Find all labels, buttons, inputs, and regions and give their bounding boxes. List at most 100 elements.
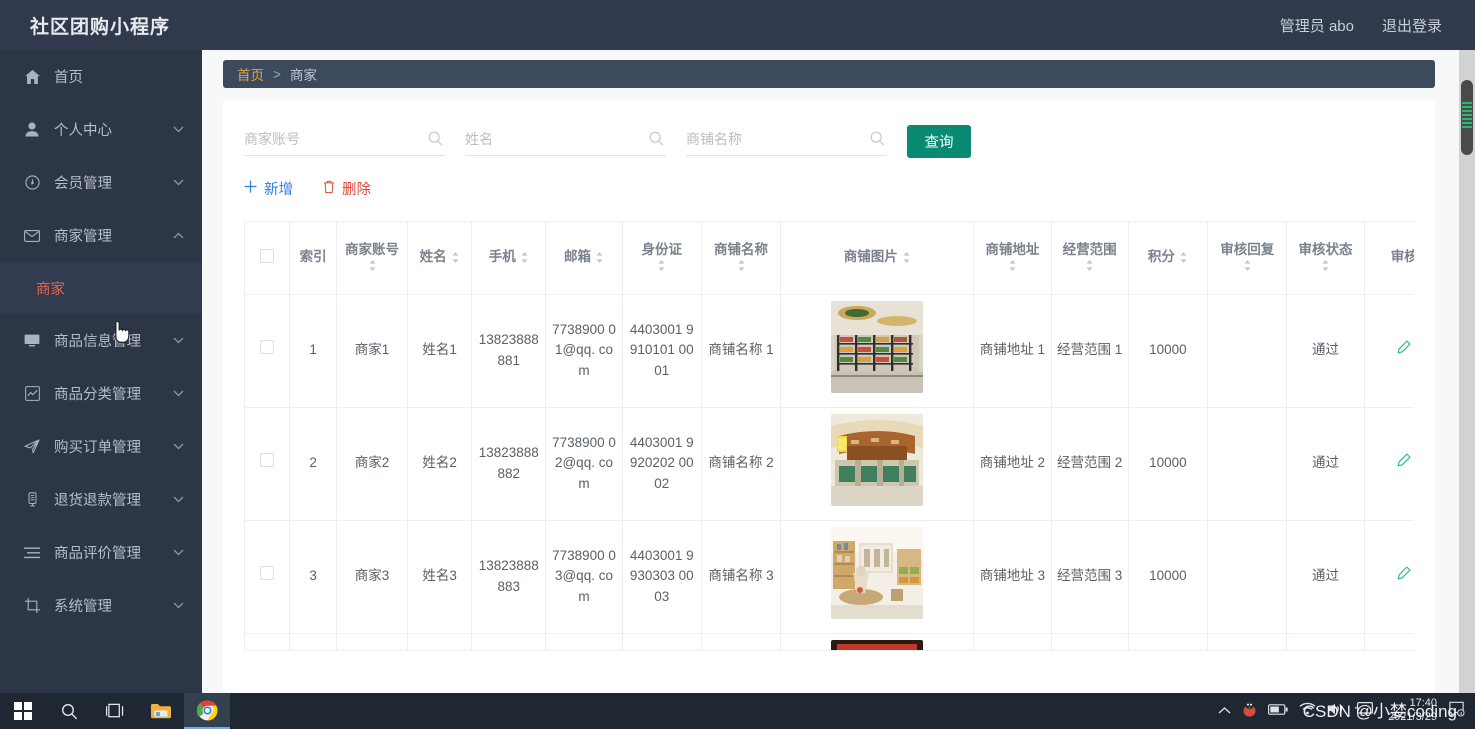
column-header-name[interactable]: 姓名 <box>407 222 473 295</box>
column-header-shopimage[interactable]: 商铺图片 <box>780 222 975 295</box>
sort-icon[interactable] <box>1008 260 1017 272</box>
search-input-account[interactable] <box>244 131 414 147</box>
row-select-cell <box>245 407 291 521</box>
sort-icon[interactable] <box>368 260 377 272</box>
table-row[interactable]: 2 商家2 姓名2 13823888882 7738900 02@qq. com… <box>245 407 1414 521</box>
query-button[interactable]: 查询 <box>907 125 971 158</box>
display-icon[interactable] <box>1355 702 1374 720</box>
sort-icon[interactable] <box>451 252 460 264</box>
sidebar-subitem-merchant[interactable]: 商家 <box>0 262 202 314</box>
breadcrumb-home-link[interactable]: 首页 <box>237 64 264 84</box>
shop-image-thumbnail[interactable]: 小食堂 <box>831 640 924 650</box>
column-header-status[interactable]: 审核状态 <box>1286 222 1365 295</box>
wifi-icon[interactable] <box>1299 702 1316 720</box>
cell-business: 经营范围 <box>1051 633 1129 650</box>
battery-icon[interactable] <box>1268 702 1288 720</box>
sort-icon[interactable] <box>1243 260 1252 272</box>
sort-icon[interactable] <box>902 252 911 264</box>
column-header-shopname[interactable]: 商铺名称 <box>701 222 782 295</box>
column-header-email[interactable]: 邮箱 <box>545 222 623 295</box>
column-header-business[interactable]: 经营范围 <box>1051 222 1129 295</box>
shop-image-thumbnail[interactable] <box>831 527 924 620</box>
column-header-address[interactable]: 商铺地址 <box>973 222 1052 295</box>
cell-name: 姓名1 <box>407 294 473 408</box>
sort-icon[interactable] <box>657 260 666 272</box>
chrome-icon[interactable] <box>184 693 230 729</box>
column-header-idcard[interactable]: 身份证 <box>622 222 702 295</box>
column-header-phone[interactable]: 手机 <box>471 222 547 295</box>
cell-account: 商家2 <box>336 407 409 521</box>
cell-points: 10000 <box>1128 294 1209 408</box>
logout-button[interactable]: 退出登录 <box>1382 15 1442 36</box>
compass-icon <box>22 175 42 191</box>
sidebar-item-system-management[interactable]: 系统管理 <box>0 579 202 632</box>
table-row[interactable]: 4 商家4 姓名4 13823888 7738900 4403001 商铺名称 <box>245 633 1414 650</box>
row-checkbox[interactable] <box>260 453 275 468</box>
edit-icon[interactable] <box>1397 453 1411 470</box>
page-scrollbar[interactable] <box>1459 50 1475 729</box>
chevron-up-icon[interactable] <box>1218 702 1231 720</box>
sidebar-item-product-category-management[interactable]: 商品分类管理 <box>0 367 202 420</box>
breadcrumb: 首页 > 商家 <box>223 60 1435 88</box>
search-icon[interactable] <box>870 131 885 151</box>
table-row[interactable]: 1 商家1 姓名1 13823888881 7738900 01@qq. com… <box>245 294 1414 408</box>
sidebar-item-product-info-management[interactable]: 商品信息管理 <box>0 314 202 367</box>
edit-icon[interactable] <box>1397 340 1411 357</box>
shop-image-thumbnail[interactable] <box>831 301 924 394</box>
cell-shopimage[interactable] <box>780 407 975 521</box>
row-checkbox[interactable] <box>260 340 275 355</box>
sidebar-item-member-management[interactable]: 会员管理 <box>0 156 202 209</box>
sidebar-item-purchase-order-management[interactable]: 购买订单管理 <box>0 420 202 473</box>
cell-name: 姓名4 <box>407 633 473 650</box>
column-header-account[interactable]: 商家账号 <box>336 222 409 295</box>
cell-shopimage[interactable]: 小食堂 <box>780 633 975 650</box>
sort-icon[interactable] <box>595 252 604 264</box>
sort-icon[interactable] <box>1321 260 1330 272</box>
taskbar-clock[interactable]: 17:40 2021/3/29 <box>1384 697 1437 725</box>
windows-start-icon[interactable] <box>0 693 46 729</box>
column-header-reply[interactable]: 审核回复 <box>1207 222 1288 295</box>
search-icon[interactable] <box>428 131 443 151</box>
column-header-points[interactable]: 积分 <box>1128 222 1209 295</box>
cell-action <box>1364 407 1414 521</box>
edit-icon[interactable] <box>1397 566 1411 583</box>
current-user-label[interactable]: 管理员 abo <box>1280 15 1354 36</box>
search-input-name[interactable] <box>465 131 635 147</box>
sidebar-item-merchant-management[interactable]: 商家管理 <box>0 209 202 262</box>
shop-image-thumbnail[interactable] <box>831 414 924 507</box>
sort-icon[interactable] <box>1085 260 1094 272</box>
volume-icon[interactable] <box>1327 702 1344 721</box>
sidebar-item-return-refund-management[interactable]: 退货退款管理 <box>0 473 202 526</box>
header-label-shopimage: 商铺图片 <box>843 249 898 265</box>
sidebar-item-home[interactable]: 首页 <box>0 50 202 103</box>
row-checkbox[interactable] <box>260 566 275 581</box>
chevron-down-icon <box>172 388 184 400</box>
sort-icon[interactable] <box>1179 252 1188 264</box>
page-scrollbar-thumb[interactable] <box>1461 80 1473 155</box>
select-all-checkbox[interactable] <box>260 249 275 264</box>
add-button-label: 新增 <box>264 182 293 198</box>
select-all-header <box>245 222 291 295</box>
clock-time: 17:40 <box>1409 697 1437 710</box>
file-explorer-icon[interactable] <box>138 693 184 729</box>
cell-phone: 13823888881 <box>471 294 547 408</box>
search-icon[interactable] <box>46 693 92 729</box>
table-row[interactable]: 3 商家3 姓名3 13823888883 7738900 03@qq. com… <box>245 520 1414 634</box>
sort-icon[interactable] <box>737 260 746 272</box>
sidebar-item-personal-center[interactable]: 个人中心 <box>0 103 202 156</box>
task-view-icon[interactable] <box>92 693 138 729</box>
merchant-table-container[interactable]: 索引 商家账号 姓名 手机 邮箱 身份证 商铺名称 商铺图片 商铺地址 经营范围… <box>244 221 1414 651</box>
notification-center-icon[interactable]: 4 <box>1448 701 1465 722</box>
sort-icon[interactable] <box>520 252 529 264</box>
sidebar-item-product-review-management[interactable]: 商品评价管理 <box>0 526 202 579</box>
cell-status: 通过 <box>1286 633 1365 650</box>
add-button[interactable]: 新增 <box>244 178 293 199</box>
search-input-shopname[interactable] <box>686 131 856 147</box>
delete-button[interactable]: 删除 <box>323 178 371 199</box>
search-icon[interactable] <box>649 131 664 151</box>
cell-shopimage[interactable] <box>780 520 975 634</box>
cell-shopimage[interactable] <box>780 294 975 408</box>
penguin-icon[interactable] <box>1242 700 1257 722</box>
shop-name-field <box>686 131 887 156</box>
row-select-cell <box>245 294 291 408</box>
